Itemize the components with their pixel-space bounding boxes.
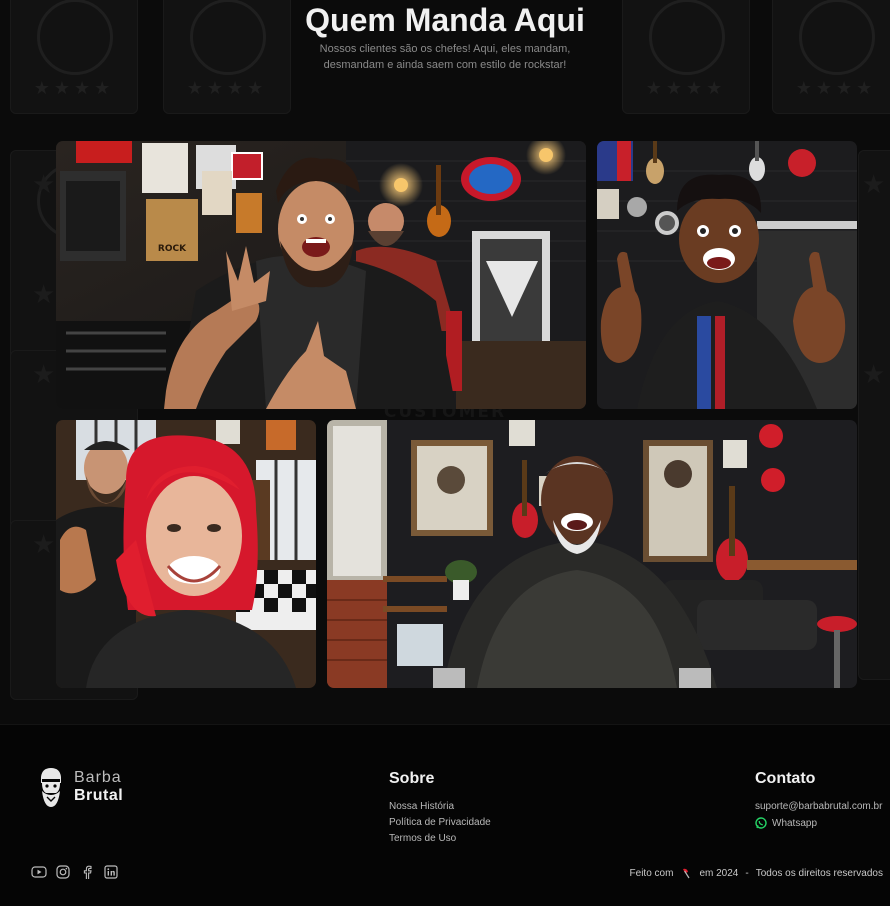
- review-photo-senior-man[interactable]: [327, 420, 857, 688]
- section-heading: Quem Manda Aqui Nossos clientes são os c…: [0, 0, 890, 73]
- copyright-rights: Todos os direitos reservados: [755, 867, 883, 879]
- bg-star-icon: ★: [32, 530, 56, 560]
- copyright-text: Feito com em 2024 - Todos os direitos re…: [630, 867, 883, 879]
- photo-illustration: [597, 141, 857, 409]
- poster-rock-text: ROCK: [158, 244, 187, 254]
- photo-illustration: [327, 420, 857, 688]
- brand-logo[interactable]: Barba Brutal: [38, 767, 123, 807]
- section-subtitle: Nossos clientes são os chefes! Aqui, ele…: [319, 43, 571, 71]
- review-photo-boy-thumbs-up[interactable]: [597, 141, 857, 409]
- bearded-man-logo-icon: [38, 767, 64, 807]
- bg-star-icon: ★: [32, 360, 56, 390]
- bg-star-icon: ★: [862, 170, 886, 200]
- whatsapp-label: Whatsapp: [772, 817, 818, 829]
- link-nossa-historia[interactable]: Nossa História: [389, 801, 454, 812]
- facebook-icon[interactable]: [79, 864, 95, 880]
- link-termos-uso[interactable]: Termos de Uso: [389, 833, 456, 844]
- review-photo-bearded-client[interactable]: ROCK: [56, 141, 586, 409]
- copyright-separator: -: [745, 867, 749, 879]
- bg-star-icon: ★: [862, 360, 886, 390]
- bg-star-icon: ★: [32, 170, 56, 200]
- youtube-icon[interactable]: [31, 864, 47, 880]
- axe-icon: [680, 867, 692, 879]
- whatsapp-link[interactable]: Whatsapp: [755, 817, 817, 829]
- copyright-made-with: Feito com: [629, 867, 674, 879]
- contact-email-link[interactable]: suporte@barbabrutal.com.br: [755, 801, 882, 812]
- copyright-year: em 2024: [699, 867, 739, 879]
- brand-name-line1: Barba: [74, 769, 122, 786]
- instagram-icon[interactable]: [55, 864, 71, 880]
- linkedin-icon[interactable]: [103, 864, 119, 880]
- photo-illustration: ROCK: [56, 141, 586, 409]
- contact-title: Contato: [755, 770, 816, 787]
- about-title: Sobre: [389, 770, 435, 787]
- link-politica-privacidade[interactable]: Política de Privacidade: [389, 817, 491, 828]
- section-title: Quem Manda Aqui: [305, 2, 585, 38]
- whatsapp-icon: [755, 817, 767, 829]
- reviews-section: ★★★★ ★★★★ ★★★★ ★★★★ ★ ★ ★ ★ ★ ★ CUSTOMER…: [0, 0, 890, 724]
- site-footer: Barba Brutal Sobre Nossa História Políti…: [0, 724, 890, 906]
- photo-illustration: [56, 420, 316, 688]
- bg-badge-decoration: [858, 150, 890, 680]
- review-photo-red-hair-woman[interactable]: [56, 420, 316, 688]
- bg-star-icon: ★: [32, 280, 56, 310]
- brand-name-line2: Brutal: [74, 787, 124, 804]
